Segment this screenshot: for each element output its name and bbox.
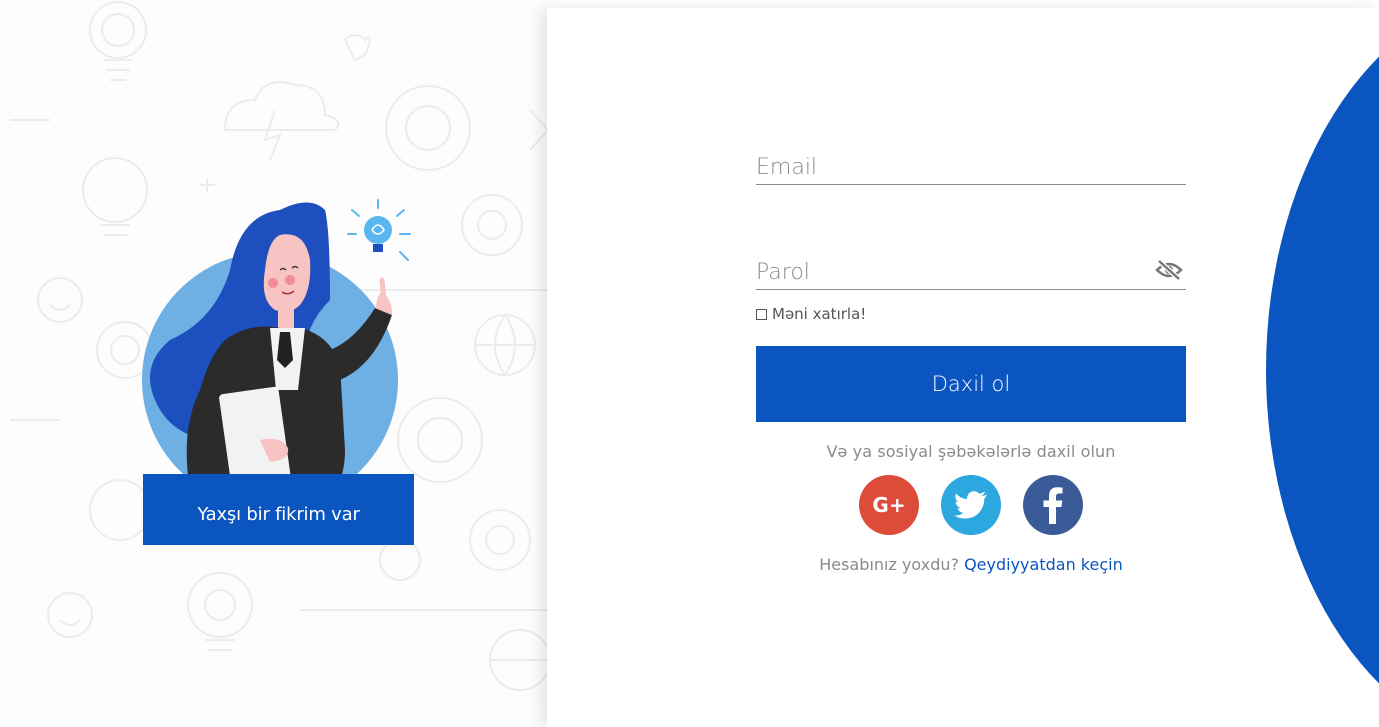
- google-plus-button[interactable]: G+: [859, 475, 919, 535]
- login-form: Məni xatırla! Daxil ol Və ya sosiyal şəb…: [756, 130, 1186, 574]
- illustration-panel: Yaxşı bir fikrim var: [0, 0, 548, 727]
- woman-idea-illustration: [142, 199, 411, 490]
- signup-link[interactable]: Qeydiyyatdan keçin: [964, 555, 1123, 574]
- social-buttons: G+: [756, 475, 1186, 535]
- password-field-wrapper: [756, 235, 1186, 290]
- email-input[interactable]: [756, 155, 1146, 180]
- twitter-button[interactable]: [941, 475, 1001, 535]
- remember-me[interactable]: Məni xatırla!: [756, 304, 1186, 324]
- email-field-wrapper: [756, 130, 1186, 185]
- facebook-icon: [1043, 487, 1063, 524]
- facebook-button[interactable]: [1023, 475, 1083, 535]
- social-login-text: Və ya sosiyal şəbəkələrlə daxil olun: [826, 442, 1116, 461]
- signup-prompt: Hesabınız yoxdu?: [819, 555, 959, 574]
- login-button[interactable]: Daxil ol: [756, 346, 1186, 422]
- twitter-icon: [954, 491, 987, 519]
- idea-tagline: Yaxşı bir fikrim var: [143, 474, 414, 545]
- password-input[interactable]: [756, 260, 1146, 285]
- remember-checkbox[interactable]: [756, 308, 767, 320]
- remember-label: Məni xatırla!: [772, 305, 867, 323]
- google-plus-label: G+: [872, 493, 906, 517]
- signup-line: Hesabınız yoxdu? Qeydiyyatdan keçin: [756, 555, 1186, 574]
- eye-slash-icon[interactable]: [1154, 259, 1184, 281]
- login-page: Yaxşı bir fikrim var Məni xatırla! Daxil…: [0, 0, 1379, 727]
